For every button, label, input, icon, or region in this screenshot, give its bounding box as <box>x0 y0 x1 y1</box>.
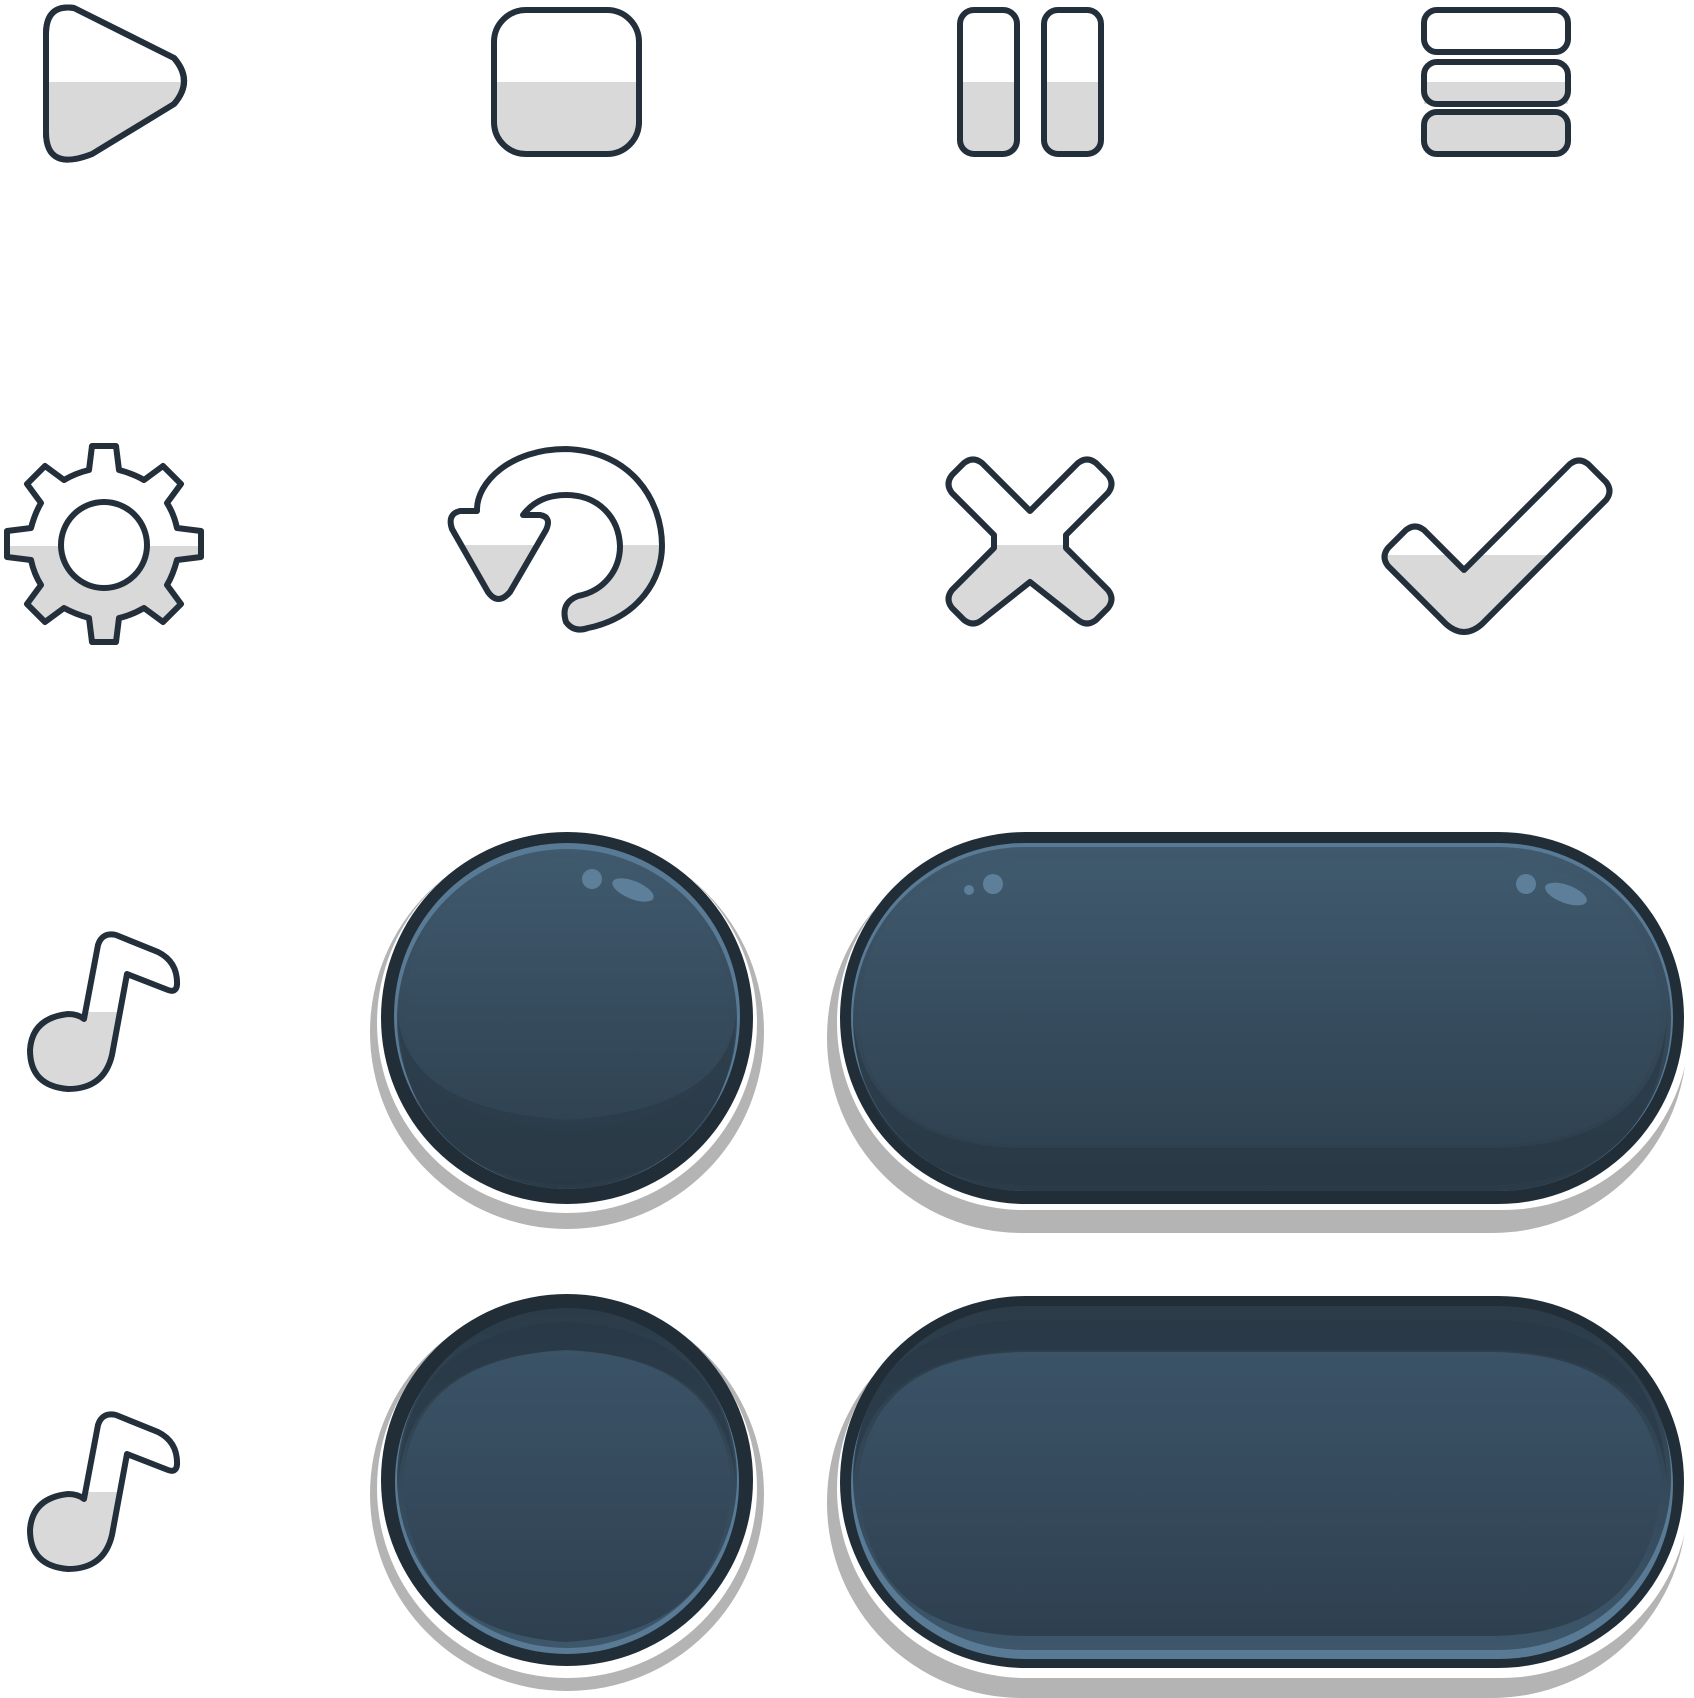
play-icon[interactable] <box>43 4 187 163</box>
gear-icon[interactable] <box>4 443 204 645</box>
stop-icon[interactable] <box>491 7 642 157</box>
music-note-icon[interactable] <box>27 1411 181 1572</box>
check-icon[interactable] <box>1354 410 1613 638</box>
round-button-pressed[interactable] <box>370 1294 764 1691</box>
ui-asset-sheet <box>0 0 1694 1698</box>
close-icon[interactable] <box>945 456 1115 627</box>
round-button-normal[interactable] <box>370 832 764 1229</box>
pill-button-normal[interactable] <box>827 832 1690 1233</box>
restart-icon[interactable] <box>447 446 665 633</box>
menu-icon[interactable] <box>1421 7 1571 157</box>
music-note-icon[interactable] <box>27 931 181 1092</box>
pause-icon[interactable] <box>957 7 1104 157</box>
pill-button-pressed[interactable] <box>827 1296 1690 1698</box>
